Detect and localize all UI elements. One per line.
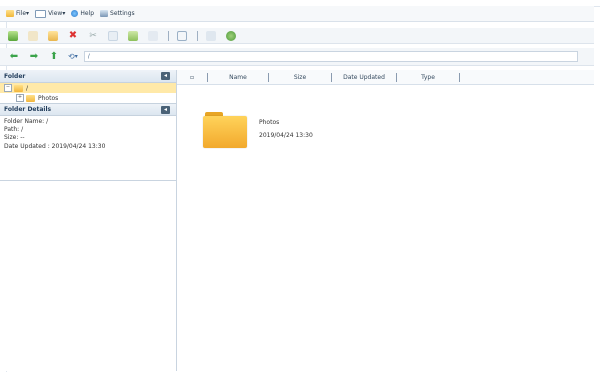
history-dropdown[interactable]: ⟲ ▾	[68, 52, 78, 61]
column-size[interactable]: Size	[269, 70, 331, 84]
left-panel: Folder ◂ − / + Photos Folder Details ◂ F…	[0, 70, 177, 371]
arrow-up-icon: ⬆	[49, 51, 59, 62]
toolbar-divider	[197, 30, 198, 41]
tree-item-photos[interactable]: + Photos	[0, 93, 176, 103]
select-all-button[interactable]	[177, 30, 187, 41]
folder-icon	[6, 10, 14, 17]
folder-item-text: Photos 2019/04/24 13:30	[259, 116, 313, 148]
settings-menu[interactable]: Settings	[100, 10, 135, 17]
chevron-down-icon: ▾	[62, 10, 66, 17]
column-type[interactable]: Type	[397, 70, 459, 84]
paste-button[interactable]	[128, 30, 138, 41]
folder-panel-title: Folder	[4, 72, 26, 80]
folder-icon	[26, 94, 35, 102]
help-menu-label: Help	[80, 10, 95, 17]
details-panel-title: Folder Details	[4, 106, 52, 113]
column-date-updated[interactable]: Date Updated	[332, 70, 396, 84]
folder-panel-header: Folder ◂	[0, 70, 176, 83]
column-select[interactable]: ▫	[177, 70, 207, 84]
expand-icon[interactable]: +	[16, 94, 24, 102]
new-folder-button[interactable]	[8, 30, 18, 41]
tree-root-label: /	[26, 84, 29, 92]
column-type-label: Type	[421, 73, 435, 81]
tree-item-label: Photos	[38, 94, 59, 102]
arrow-right-icon: ➡	[29, 51, 39, 62]
detail-date-updated: Date Updated : 2019/04/24 13:30	[4, 142, 106, 150]
chevron-down-icon: ▾	[26, 10, 30, 17]
copy-button[interactable]	[108, 30, 118, 41]
detail-folder-name: Folder Name: /	[4, 118, 49, 125]
file-menu-label: File	[16, 10, 27, 17]
rename-button[interactable]	[148, 30, 158, 41]
detail-size: Size: --	[4, 134, 25, 142]
delete-icon: ✖	[68, 29, 78, 41]
upload-button[interactable]	[48, 30, 58, 41]
tree-root-item[interactable]: − /	[0, 83, 176, 93]
help-icon	[71, 10, 79, 17]
properties-button[interactable]	[206, 30, 216, 41]
folder-item-photos[interactable]: Photos 2019/04/24 13:30	[203, 112, 313, 148]
details-panel-header: Folder Details ◂	[0, 103, 176, 116]
view-menu[interactable]: View ▾	[35, 9, 66, 18]
view-menu-label: View	[48, 10, 63, 17]
settings-menu-label: Settings	[110, 10, 135, 17]
refresh-button[interactable]	[226, 30, 236, 41]
scissors-icon: ✂	[89, 30, 97, 41]
details-panel-border	[0, 180, 176, 181]
forward-button[interactable]: ➡	[28, 51, 40, 63]
folder-icon	[14, 84, 23, 92]
history-icon: ⟲	[68, 52, 75, 61]
action-toolbar: ✖ ✂	[0, 28, 594, 44]
new-file-button[interactable]	[28, 30, 38, 41]
folder-details: Folder Name: / Path: / Size: -- Date Upd…	[0, 116, 176, 153]
path-input[interactable]	[83, 51, 578, 62]
collapse-panel-button[interactable]: ◂	[161, 72, 170, 80]
collapse-details-button[interactable]: ◂	[161, 105, 170, 114]
navigation-bar: ⬅ ➡ ⬆ ⟲ ▾	[0, 48, 594, 66]
folder-icon[interactable]	[203, 112, 247, 148]
file-menu[interactable]: File ▾	[6, 10, 29, 17]
column-size-label: Size	[293, 73, 307, 81]
arrow-left-icon: ⬅	[9, 51, 19, 62]
file-list-panel: ▫ Name Size Date Updated Type Photos 201…	[177, 70, 594, 371]
column-name-label: Name	[229, 73, 247, 81]
sort-indicator: ▫	[189, 73, 195, 81]
toolbar-divider	[168, 30, 169, 41]
folder-item-name: Photos	[259, 119, 280, 126]
column-date-label: Date Updated	[343, 73, 385, 81]
column-divider[interactable]	[459, 72, 460, 82]
settings-icon	[100, 10, 109, 17]
window-icon	[35, 9, 47, 18]
column-name[interactable]: Name	[208, 70, 268, 84]
help-menu[interactable]: Help	[71, 10, 94, 17]
detail-path: Path: /	[4, 126, 24, 134]
folder-item-date: 2019/04/24 13:30	[259, 132, 313, 139]
collapse-icon[interactable]: −	[4, 84, 12, 92]
cut-button[interactable]: ✂	[88, 31, 98, 41]
back-button[interactable]: ⬅	[8, 51, 20, 63]
chevron-down-icon: ▾	[74, 53, 78, 60]
column-headers: ▫ Name Size Date Updated Type	[177, 70, 594, 85]
delete-button[interactable]: ✖	[68, 29, 78, 41]
up-button[interactable]: ⬆	[48, 51, 60, 63]
menu-bar: File ▾ View ▾ Help Settings	[0, 6, 594, 22]
